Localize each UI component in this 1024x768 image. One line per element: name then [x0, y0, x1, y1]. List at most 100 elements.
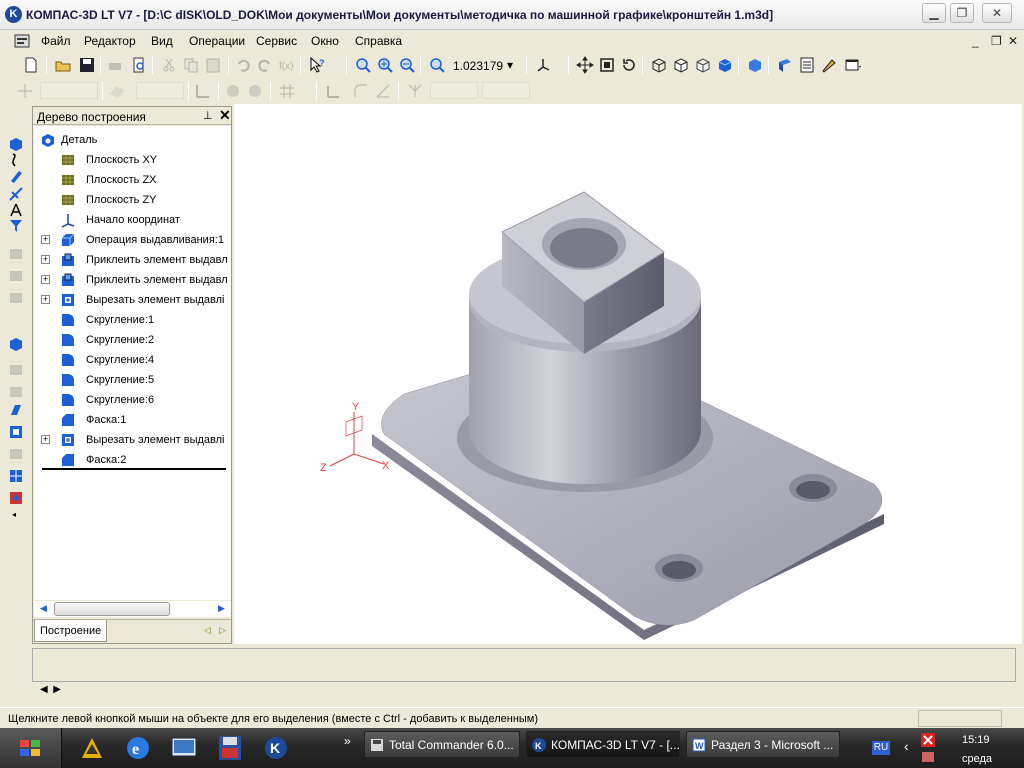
- style-icon[interactable]: [106, 80, 128, 102]
- mdi-restore-button[interactable]: ❐: [991, 34, 1002, 48]
- zoom-out-button[interactable]: [396, 54, 418, 76]
- kompas-quicklaunch-icon[interactable]: K: [260, 732, 292, 764]
- menu-window[interactable]: Окно: [311, 34, 339, 48]
- copy-button[interactable]: [180, 54, 202, 76]
- task-kompas[interactable]: K КОМПАС-3D LT V7 - [...: [526, 731, 680, 758]
- zoom-scale-field[interactable]: 1.023179 ▾: [448, 55, 520, 75]
- tool-b-icon[interactable]: [244, 80, 266, 102]
- expand-icon[interactable]: +: [41, 435, 50, 444]
- undo-button[interactable]: [232, 54, 254, 76]
- tree-item[interactable]: Фаска:1: [34, 410, 231, 430]
- feature-5-icon[interactable]: [8, 384, 24, 400]
- scroll-right-icon[interactable]: ▶: [218, 603, 225, 614]
- thin-hidden-lines-button[interactable]: [692, 54, 714, 76]
- title-bar[interactable]: K КОМПАС-3D LT V7 - [D:\C dISK\OLD_DOK\М…: [0, 0, 1024, 30]
- round-icon[interactable]: [350, 80, 372, 102]
- assembly-tool-icon[interactable]: [8, 490, 24, 506]
- mdi-close-button[interactable]: ✕: [1008, 34, 1018, 48]
- shell-tool-icon[interactable]: [8, 424, 24, 440]
- tab-build[interactable]: Построение: [34, 620, 107, 642]
- cut-tool-icon[interactable]: [8, 402, 24, 418]
- expand-icon[interactable]: +: [41, 235, 50, 244]
- variables-button[interactable]: f(x): [276, 54, 298, 76]
- tree-item[interactable]: + Вырезать элемент выдавлі: [34, 290, 231, 310]
- wireframe-button[interactable]: [648, 54, 670, 76]
- grid-tool-icon[interactable]: [8, 468, 24, 484]
- winamp-icon[interactable]: [76, 732, 108, 764]
- pin-icon[interactable]: ⊥: [203, 109, 213, 122]
- language-indicator[interactable]: RU: [872, 741, 890, 755]
- task-word[interactable]: W Раздел 3 - Microsoft ...: [686, 731, 840, 758]
- menu-help[interactable]: Справка: [355, 34, 402, 48]
- display-options-button[interactable]: [842, 54, 864, 76]
- clock-time[interactable]: 15:19: [962, 734, 990, 746]
- zoom-dropdown-icon[interactable]: ▾: [507, 58, 513, 72]
- floppy-icon[interactable]: [214, 732, 246, 764]
- network-tray-icon[interactable]: [920, 750, 936, 764]
- color-button[interactable]: [818, 54, 840, 76]
- pan-button[interactable]: [574, 54, 596, 76]
- feature-4-icon[interactable]: [8, 362, 24, 378]
- part-edit-icon[interactable]: [8, 136, 24, 152]
- tree-item[interactable]: Скругление:2: [34, 330, 231, 350]
- tree-panel-header[interactable]: Дерево построения ⊥ ✕: [33, 107, 231, 125]
- new-file-button[interactable]: [20, 54, 42, 76]
- task-total-commander[interactable]: Total Commander 6.0...: [364, 731, 520, 758]
- menu-file[interactable]: Файл: [41, 34, 71, 48]
- scroll-thumb[interactable]: [54, 602, 170, 616]
- nav-prev-icon[interactable]: ◀: [40, 684, 48, 695]
- expand-icon[interactable]: +: [41, 275, 50, 284]
- menu-service[interactable]: Сервис: [256, 34, 297, 48]
- close-button[interactable]: ✕: [982, 3, 1012, 23]
- zoom-window-button[interactable]: [352, 54, 374, 76]
- tray-expand-icon[interactable]: ‹: [904, 738, 909, 754]
- bracket-model-render[interactable]: Y X Z: [234, 104, 1022, 644]
- menu-edit[interactable]: Редактор: [84, 34, 136, 48]
- shaded-button[interactable]: [714, 54, 736, 76]
- tree-item[interactable]: Скругление:4: [34, 350, 231, 370]
- maximize-button[interactable]: ❐: [950, 3, 974, 23]
- curve-icon[interactable]: [8, 152, 24, 168]
- show-all-button[interactable]: [596, 54, 618, 76]
- cut-button[interactable]: [158, 54, 180, 76]
- pen-icon[interactable]: [8, 168, 24, 184]
- tool-a-icon[interactable]: [222, 80, 244, 102]
- toolbar-more-icon[interactable]: ◂: [12, 510, 16, 519]
- paste-button[interactable]: [202, 54, 224, 76]
- tree-item[interactable]: + Приклеить элемент выдавл: [34, 250, 231, 270]
- tree-horizontal-scrollbar[interactable]: ◀ ▶: [34, 601, 231, 617]
- close-icon[interactable]: ✕: [219, 107, 231, 124]
- document-icon[interactable]: [14, 33, 32, 49]
- nav-next-icon[interactable]: ▶: [53, 684, 61, 695]
- tree-item[interactable]: Скругление:5: [34, 370, 231, 390]
- angle-icon[interactable]: [372, 80, 394, 102]
- expand-icon[interactable]: +: [41, 295, 50, 304]
- open-file-button[interactable]: [52, 54, 74, 76]
- measure-icon[interactable]: [8, 186, 24, 202]
- tree-item[interactable]: Фаска:2: [34, 450, 231, 470]
- menu-view[interactable]: Вид: [151, 34, 173, 48]
- save-button[interactable]: [76, 54, 98, 76]
- context-help-button[interactable]: ?: [306, 54, 328, 76]
- feature-6-icon[interactable]: [8, 446, 24, 462]
- hidden-lines-button[interactable]: [670, 54, 692, 76]
- spec-button[interactable]: [796, 54, 818, 76]
- expand-icon[interactable]: +: [41, 255, 50, 264]
- tab-prev-icon[interactable]: ◁: [204, 625, 211, 636]
- antivirus-tray-icon[interactable]: [920, 732, 936, 748]
- tree-item[interactable]: + Вырезать элемент выдавлі: [34, 430, 231, 450]
- quicklaunch-more-icon[interactable]: »: [344, 734, 351, 748]
- zoom-in-button[interactable]: [374, 54, 396, 76]
- tree-root-part[interactable]: Деталь: [34, 130, 231, 150]
- tree-item[interactable]: Плоскость ZX: [34, 170, 231, 190]
- tree-item[interactable]: Скругление:1: [34, 310, 231, 330]
- coord-x-field[interactable]: [430, 82, 478, 99]
- desktop-icon[interactable]: [168, 732, 200, 764]
- grid-icon[interactable]: [276, 80, 298, 102]
- style-combo[interactable]: [136, 82, 184, 99]
- print-preview-button[interactable]: [128, 54, 150, 76]
- tree-item[interactable]: Скругление:6: [34, 390, 231, 410]
- section-button[interactable]: [774, 54, 796, 76]
- feature-1-icon[interactable]: [8, 246, 24, 262]
- tab-next-icon[interactable]: ▷: [219, 625, 226, 636]
